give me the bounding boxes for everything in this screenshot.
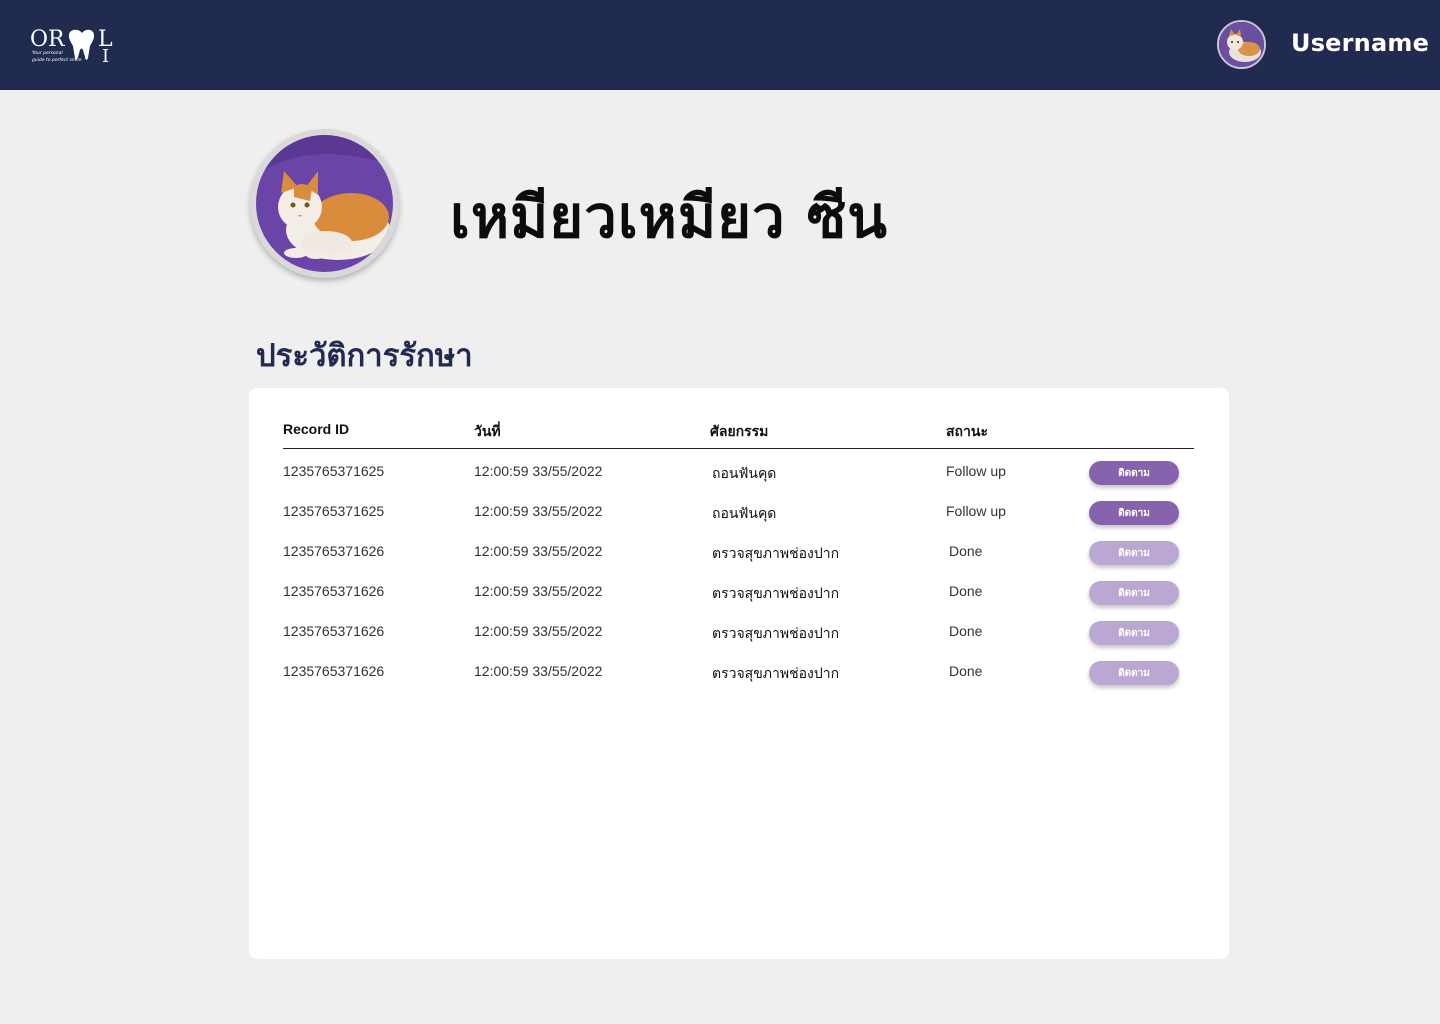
record-id: 1235765371626 xyxy=(283,623,385,639)
treatment-history-table: Record ID วันที่ ศัลยกรรม สถานะ 12357653… xyxy=(249,388,1229,959)
record-date: 12:00:59 33/55/2022 xyxy=(474,543,603,559)
patient-name: เหมียวเหมียว ซีน xyxy=(450,183,888,251)
table-row: 1235765371626 12:00:59 33/55/2022 ตรวจสุ… xyxy=(283,570,1194,610)
patient-photo xyxy=(250,129,399,278)
follow-up-button[interactable]: ติดตาม xyxy=(1089,541,1179,565)
follow-up-button[interactable]: ติดตาม xyxy=(1089,581,1179,605)
record-date: 12:00:59 33/55/2022 xyxy=(474,463,603,479)
oral-logo[interactable]: OR L I Your personal guide to perfect sm… xyxy=(30,24,122,68)
treatment-history-title: ประวัติการรักษา xyxy=(256,338,473,374)
record-id: 1235765371626 xyxy=(283,543,385,559)
record-status: Done xyxy=(949,543,983,559)
follow-up-button[interactable]: ติดตาม xyxy=(1089,661,1179,685)
record-procedure: ตรวจสุขภาพช่องปาก xyxy=(712,585,840,601)
record-procedure: ถอนฟันคุด xyxy=(712,505,777,521)
record-date: 12:00:59 33/55/2022 xyxy=(474,663,603,679)
record-id: 1235765371626 xyxy=(283,583,385,599)
user-avatar[interactable] xyxy=(1217,20,1266,69)
record-status: Follow up xyxy=(946,463,1006,479)
table-row: 1235765371626 12:00:59 33/55/2022 ตรวจสุ… xyxy=(283,650,1194,690)
svg-text:guide to perfect smile: guide to perfect smile xyxy=(32,57,82,63)
record-procedure: ตรวจสุขภาพช่องปาก xyxy=(712,625,840,641)
svg-text:Your personal: Your personal xyxy=(32,50,63,56)
username-label[interactable]: Username xyxy=(1291,29,1429,57)
column-header-status: สถานะ xyxy=(946,423,988,439)
table-row: 1235765371626 12:00:59 33/55/2022 ตรวจสุ… xyxy=(283,610,1194,650)
table-row: 1235765371625 12:00:59 33/55/2022 ถอนฟัน… xyxy=(283,490,1194,530)
record-procedure: ตรวจสุขภาพช่องปาก xyxy=(712,665,840,681)
column-header-procedure: ศัลยกรรม xyxy=(710,423,769,439)
table-row: 1235765371625 12:00:59 33/55/2022 ถอนฟัน… xyxy=(283,450,1194,490)
follow-up-button[interactable]: ติดตาม xyxy=(1089,501,1179,525)
column-header-record-id: Record ID xyxy=(283,421,350,437)
follow-up-button[interactable]: ติดตาม xyxy=(1089,461,1179,485)
follow-up-button[interactable]: ติดตาม xyxy=(1089,621,1179,645)
record-procedure: ตรวจสุขภาพช่องปาก xyxy=(712,545,840,561)
record-status: Done xyxy=(949,663,983,679)
svg-text:OR: OR xyxy=(30,27,66,52)
record-status: Follow up xyxy=(946,503,1006,519)
record-date: 12:00:59 33/55/2022 xyxy=(474,583,603,599)
record-status: Done xyxy=(949,583,983,599)
record-procedure: ถอนฟันคุด xyxy=(712,465,777,481)
record-status: Done xyxy=(949,623,983,639)
record-date: 12:00:59 33/55/2022 xyxy=(474,623,603,639)
record-id: 1235765371625 xyxy=(283,503,385,519)
column-header-date: วันที่ xyxy=(474,423,501,439)
table-row: 1235765371626 12:00:59 33/55/2022 ตรวจสุ… xyxy=(283,530,1194,570)
record-date: 12:00:59 33/55/2022 xyxy=(474,503,603,519)
top-bar: OR L I Your personal guide to perfect sm… xyxy=(0,0,1440,90)
svg-text:I: I xyxy=(102,46,109,67)
table-header: Record ID วันที่ ศัลยกรรม สถานะ xyxy=(283,418,1194,449)
record-id: 1235765371625 xyxy=(283,463,385,479)
record-id: 1235765371626 xyxy=(283,663,385,679)
